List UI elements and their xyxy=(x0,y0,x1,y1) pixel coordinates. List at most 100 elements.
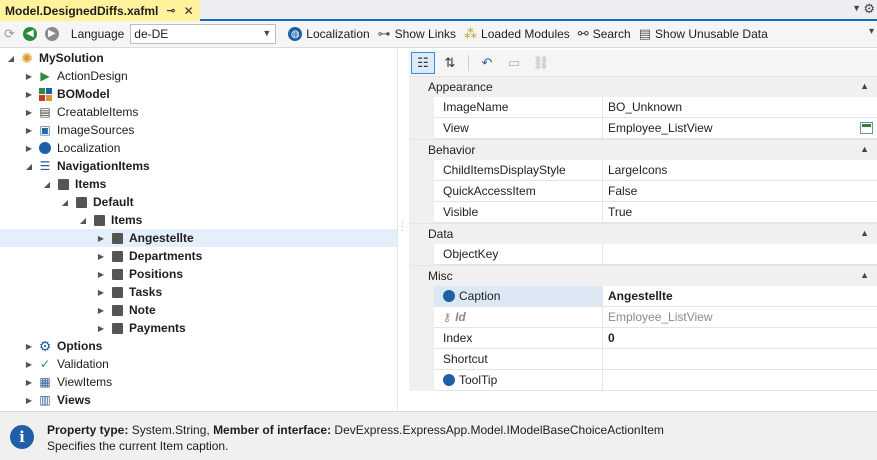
settings-gear-icon[interactable]: ⚙ xyxy=(863,1,875,17)
collapsed-arrow-icon[interactable]: ▶ xyxy=(24,126,34,135)
tree-node[interactable]: ▶ ▶ ActionDesign xyxy=(24,67,128,85)
loaded-modules-button[interactable]: ⁂ Loaded Modules xyxy=(460,23,574,45)
tree-node[interactable]: ▶ ▥ Views xyxy=(24,391,91,409)
tree-node[interactable]: ▶ ▤ CreatableItems xyxy=(24,103,138,121)
category-label: Misc xyxy=(428,269,453,283)
category-label: Data xyxy=(428,227,454,241)
tree-node-label: Departments xyxy=(129,249,203,263)
collapsed-arrow-icon[interactable]: ▶ xyxy=(96,270,106,279)
expanded-arrow-icon[interactable]: ◢ xyxy=(6,54,16,63)
categorized-view-icon[interactable]: ☷ xyxy=(411,52,435,74)
collapsed-arrow-icon[interactable]: ▶ xyxy=(96,288,106,297)
search-button[interactable]: ⚯ Search xyxy=(574,23,635,45)
property-row[interactable]: Caption Angestellte xyxy=(409,286,877,307)
tree-node[interactable]: ▶ Tasks xyxy=(96,283,162,301)
tree-node[interactable]: ▶ ⚙ Options xyxy=(24,337,102,355)
property-value[interactable]: Employee_ListView xyxy=(603,118,877,139)
back-button[interactable]: ◀ xyxy=(19,23,41,45)
collapsed-arrow-icon[interactable]: ▶ xyxy=(96,234,106,243)
alphabetical-sort-icon[interactable]: ⇅ xyxy=(438,52,462,74)
expanded-arrow-icon[interactable]: ◢ xyxy=(42,180,52,189)
tree-node[interactable]: ◢ ✺ MySolution xyxy=(6,49,104,67)
globe-icon: ◍ xyxy=(288,27,303,41)
property-row[interactable]: ToolTip xyxy=(409,370,877,391)
model-editor-toolbar: ⟳ ◀ ▶ Language de-DE ▼ ◍ Localization ⊶ … xyxy=(0,21,877,48)
property-category[interactable]: Appearance ▲ xyxy=(409,76,877,97)
property-value[interactable]: BO_Unknown xyxy=(603,97,877,118)
property-row[interactable]: ⚷ Id Employee_ListView xyxy=(409,307,877,328)
property-row[interactable]: Index 0 xyxy=(409,328,877,349)
property-row[interactable]: Visible True xyxy=(409,202,877,223)
splitter-handle[interactable]: · · · xyxy=(401,219,404,235)
window-icon[interactable]: ▭ xyxy=(502,52,526,74)
tree-node[interactable]: ▶ ✓ Validation xyxy=(24,355,109,373)
tree-node[interactable]: ▶ ▦ ViewItems xyxy=(24,373,112,391)
collapsed-arrow-icon[interactable]: ▶ xyxy=(24,108,34,117)
property-category[interactable]: Data ▲ xyxy=(409,223,877,244)
document-tab[interactable]: Model.DesignedDiffs.xafml ⊸ ✕ xyxy=(0,0,200,21)
tree-node[interactable]: ◢ Items xyxy=(78,211,142,229)
tree-node[interactable]: ◢ ☰ NavigationItems xyxy=(24,157,150,175)
forward-button[interactable]: ▶ xyxy=(41,23,63,45)
collapsed-arrow-icon[interactable]: ▶ xyxy=(96,306,106,315)
property-row[interactable]: ObjectKey xyxy=(409,244,877,265)
tree-node[interactable]: ▶ Payments xyxy=(96,319,186,337)
collapsed-arrow-icon[interactable]: ▶ xyxy=(24,342,34,351)
property-grid-toolbar: ☷ ⇅ ↶ ▭ ⛓ xyxy=(409,50,877,76)
localization-button[interactable]: ◍ Localization xyxy=(284,23,373,45)
collapse-chevron-icon[interactable]: ▲ xyxy=(860,270,869,280)
collapsed-arrow-icon[interactable]: ▶ xyxy=(96,252,106,261)
property-value[interactable] xyxy=(603,244,877,265)
tree-node-label: Note xyxy=(129,303,156,317)
tree-node[interactable]: ▶ Positions xyxy=(96,265,183,283)
pin-icon[interactable]: ⊸ xyxy=(166,4,175,17)
tree-node[interactable]: ▶ Departments xyxy=(96,247,202,265)
collapse-chevron-icon[interactable]: ▲ xyxy=(860,144,869,154)
collapse-chevron-icon[interactable]: ▲ xyxy=(860,228,869,238)
collapsed-arrow-icon[interactable]: ▶ xyxy=(24,378,34,387)
property-value[interactable]: True xyxy=(603,202,877,223)
tree-node[interactable]: ▶ BOModel xyxy=(24,85,110,103)
close-icon[interactable]: ✕ xyxy=(184,4,194,18)
property-row[interactable]: ChildItemsDisplayStyle LargeIcons xyxy=(409,160,877,181)
expanded-arrow-icon[interactable]: ◢ xyxy=(78,216,88,225)
tree-node[interactable]: ◢ Items xyxy=(42,175,106,193)
property-value[interactable]: 0 xyxy=(603,328,877,349)
language-select[interactable]: de-DE ▼ xyxy=(130,24,277,44)
property-row[interactable]: Shortcut xyxy=(409,349,877,370)
collapsed-arrow-icon[interactable]: ▶ xyxy=(24,396,34,405)
property-value[interactable] xyxy=(603,349,877,370)
chain-link-icon[interactable]: ⛓ xyxy=(529,52,553,74)
tab-menu-chevron-icon[interactable]: ▼ xyxy=(852,3,861,13)
tree-node[interactable]: ▶ Localization xyxy=(24,139,120,157)
tree-node[interactable]: ▶ Note xyxy=(96,301,156,319)
reload-button[interactable]: ⟳ xyxy=(0,23,19,45)
property-value[interactable]: False xyxy=(603,181,877,202)
expanded-arrow-icon[interactable]: ◢ xyxy=(60,198,70,207)
collapsed-arrow-icon[interactable]: ▶ xyxy=(24,90,34,99)
collapsed-arrow-icon[interactable]: ▶ xyxy=(24,72,34,81)
show-links-button[interactable]: ⊶ Show Links xyxy=(374,23,460,45)
property-row[interactable]: View Employee_ListView xyxy=(409,118,877,139)
expanded-arrow-icon[interactable]: ◢ xyxy=(24,162,34,171)
reset-differences-icon[interactable]: ↶ xyxy=(475,52,499,74)
view-editor-icon[interactable] xyxy=(860,122,873,134)
tree-node[interactable]: ▶ ▣ ImageSources xyxy=(24,121,134,139)
tree-node[interactable]: ▶ Angestellte xyxy=(0,229,397,247)
collapsed-arrow-icon[interactable]: ▶ xyxy=(24,360,34,369)
property-value[interactable] xyxy=(603,370,877,391)
cube-icon xyxy=(110,250,124,263)
property-row[interactable]: QuickAccessItem False xyxy=(409,181,877,202)
collapse-chevron-icon[interactable]: ▲ xyxy=(860,81,869,91)
collapsed-arrow-icon[interactable]: ▶ xyxy=(24,144,34,153)
tree-node[interactable]: ◢ Default xyxy=(60,193,134,211)
property-category[interactable]: Misc ▲ xyxy=(409,265,877,286)
property-category[interactable]: Behavior ▲ xyxy=(409,139,877,160)
show-unusable-data-button[interactable]: ▤ Show Unusable Data xyxy=(635,23,772,45)
property-value[interactable]: Angestellte xyxy=(603,286,877,307)
collapsed-arrow-icon[interactable]: ▶ xyxy=(96,324,106,333)
toolbar-overflow-icon[interactable]: ▾ xyxy=(869,26,874,37)
property-value[interactable]: LargeIcons xyxy=(603,160,877,181)
check-icon: ✓ xyxy=(39,357,51,371)
property-row[interactable]: ImageName BO_Unknown xyxy=(409,97,877,118)
